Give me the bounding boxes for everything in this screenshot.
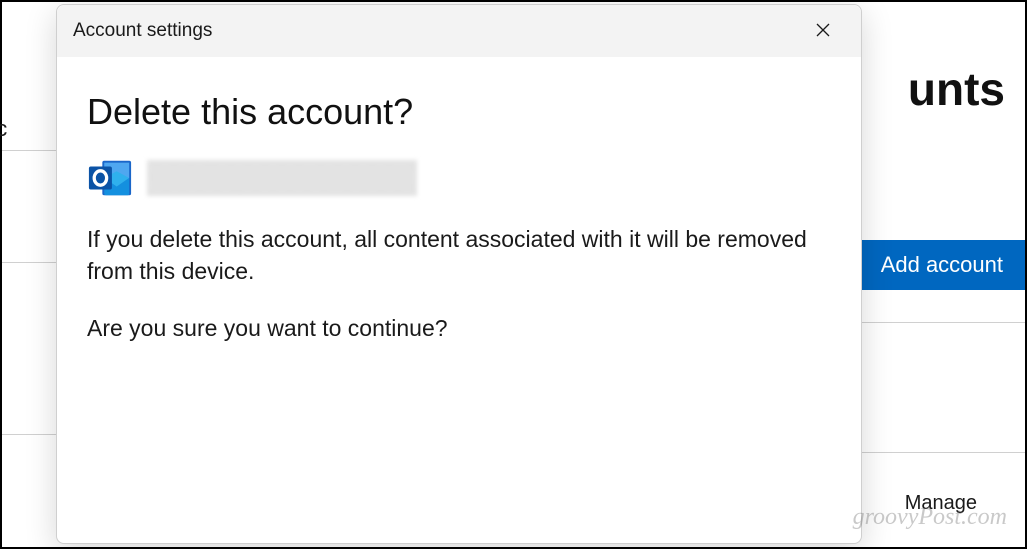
- manage-button[interactable]: Manage: [877, 484, 1005, 523]
- account-row: [87, 155, 831, 201]
- dialog-heading: Delete this account?: [87, 91, 831, 133]
- divider: [857, 452, 1025, 453]
- account-email-redacted: [147, 160, 417, 196]
- dialog-header-title: Account settings: [73, 20, 793, 42]
- account-settings-dialog: Account settings Delete this account?: [56, 4, 862, 544]
- divider: [2, 262, 57, 263]
- page-title-fragment: unts: [908, 62, 1005, 116]
- divider: [2, 150, 57, 151]
- dialog-warning-text: If you delete this account, all content …: [87, 223, 807, 287]
- close-button[interactable]: [801, 13, 845, 49]
- sidebar-text-fragment: ive.c: [0, 116, 7, 142]
- divider: [857, 322, 1025, 323]
- dialog-confirm-text: Are you sure you want to continue?: [87, 315, 831, 342]
- outlook-icon: [87, 155, 133, 201]
- dialog-body: Delete this account? If you delete this …: [57, 57, 861, 543]
- dialog-header: Account settings: [57, 5, 861, 57]
- close-icon: [816, 20, 830, 43]
- add-account-button[interactable]: Add account: [859, 240, 1025, 290]
- divider: [2, 434, 57, 435]
